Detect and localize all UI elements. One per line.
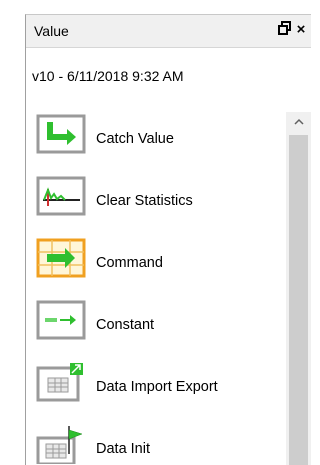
- list-item-label: Data Init: [96, 441, 150, 457]
- scroll-up-arrow-icon[interactable]: [286, 112, 311, 134]
- close-icon[interactable]: ×: [293, 21, 309, 39]
- object-list: Catch Value Clear Statistics Command Con…: [26, 112, 286, 465]
- list-item-command[interactable]: Command: [26, 236, 286, 298]
- list-item-label: Catch Value: [96, 131, 174, 147]
- panel-titlebar: Value ×: [26, 15, 311, 48]
- list-item-clear-statistics[interactable]: Clear Statistics: [26, 174, 286, 236]
- constant-icon: [36, 300, 86, 340]
- list-item-constant[interactable]: Constant: [26, 298, 286, 360]
- list-item-catch-value[interactable]: Catch Value: [26, 112, 286, 174]
- catch-value-icon: [36, 114, 86, 154]
- scroll-thumb[interactable]: [289, 135, 308, 465]
- pin-icon[interactable]: [277, 21, 293, 39]
- list-item-label: Constant: [96, 317, 155, 333]
- command-icon: [36, 238, 86, 278]
- list-item-label: Command: [96, 255, 163, 271]
- vertical-scrollbar[interactable]: [286, 112, 311, 465]
- list-item-label: Clear Statistics: [96, 193, 193, 209]
- data-import-export-icon: [36, 362, 86, 402]
- version-text: v10 - 6/11/2018 9:32 AM: [32, 68, 184, 84]
- list-item-data-init[interactable]: Data Init: [26, 422, 286, 465]
- object-list-area: Catch Value Clear Statistics Command Con…: [26, 112, 311, 465]
- value-panel: Value × v10 - 6/11/2018 9:32 AM Catch Va…: [25, 14, 311, 465]
- clear-statistics-icon: [36, 176, 86, 216]
- list-item-label: Data Import Export: [96, 379, 218, 395]
- panel-title: Value: [34, 23, 69, 39]
- list-item-data-import-export[interactable]: Data Import Export: [26, 360, 286, 422]
- data-init-icon: [36, 424, 86, 465]
